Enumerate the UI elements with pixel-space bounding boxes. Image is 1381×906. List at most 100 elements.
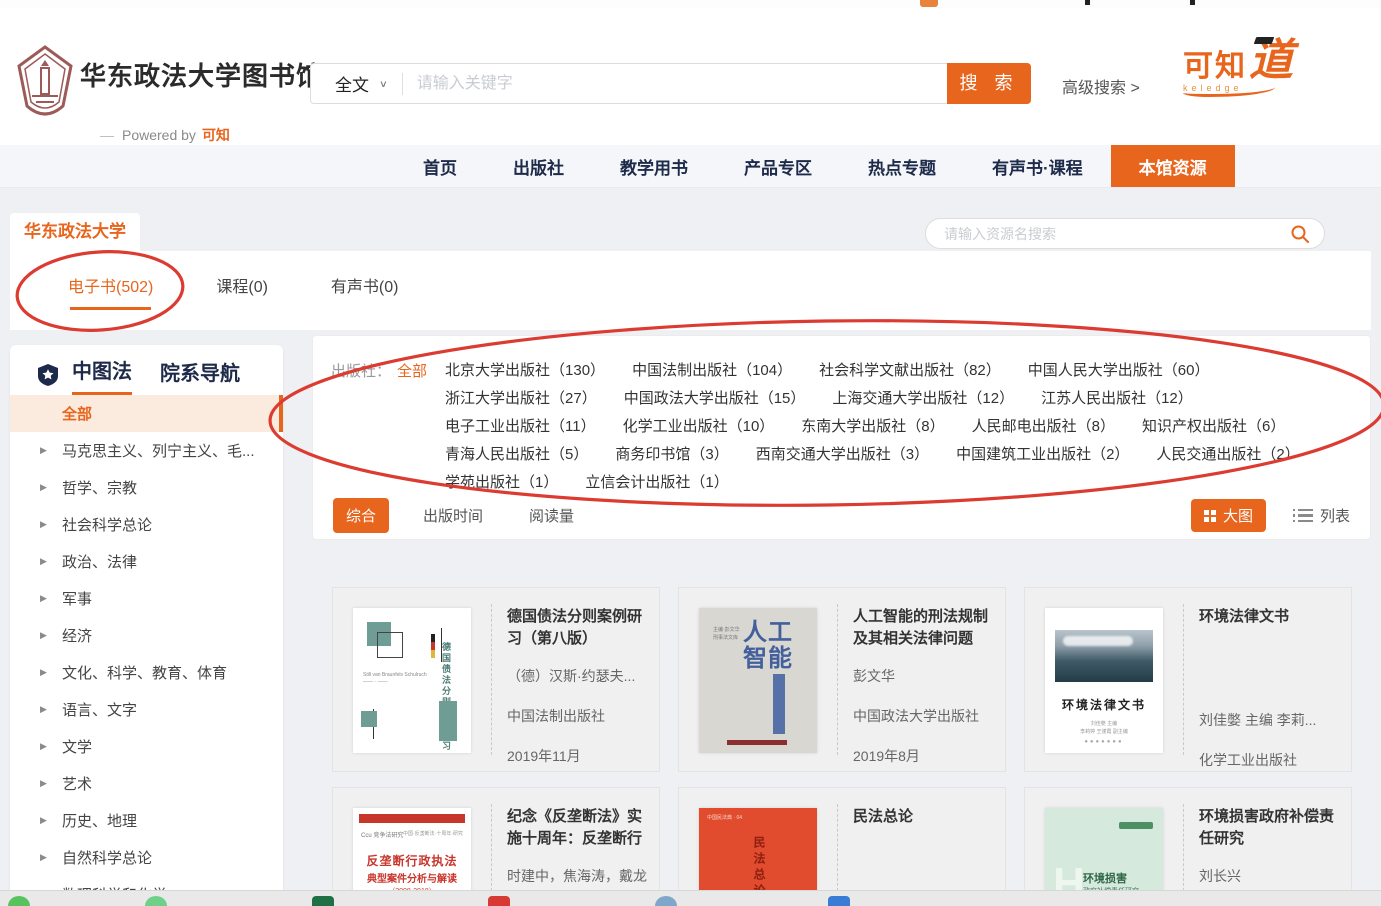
category-label: 社会科学总论: [62, 514, 152, 535]
category-item-10[interactable]: ▶艺术: [10, 765, 283, 802]
publisher-filter-item-15[interactable]: 西南交通大学出版社（3）: [756, 444, 929, 465]
book-card[interactable]: 中国民法典 · 04 民法总论 著者 民法总论 李永军: [678, 787, 1006, 906]
book-cover[interactable]: 主编·彭文华刑事法文库 人工智能: [699, 608, 817, 753]
category-list: 全部▶马克思主义、列宁主义、毛...▶哲学、宗教▶社会科学总论▶政治、法律▶军事…: [10, 395, 283, 890]
taskbar-icon-blue-circle[interactable]: [655, 896, 677, 906]
search-scope-select[interactable]: 全文 ∨: [311, 71, 402, 96]
category-item-13[interactable]: ▶数理科学和化学: [10, 876, 283, 890]
sort-publish-time[interactable]: 出版时间: [423, 505, 483, 526]
view-list-button[interactable]: 列表: [1298, 505, 1350, 526]
publisher-filter-item-7[interactable]: 江苏人民出版社（12）: [1041, 388, 1193, 409]
publisher-filter-item-12[interactable]: 知识产权出版社（6）: [1142, 416, 1285, 437]
advanced-search-link[interactable]: 高级搜索 >: [1062, 74, 1140, 98]
sort-bar: 综合 出版时间 阅读量 大图 列表: [333, 498, 1350, 533]
publisher-filter-item-1[interactable]: 中国法制出版社（104）: [632, 360, 792, 381]
book-publisher: 化学工业出版社: [1199, 750, 1339, 770]
category-label: 哲学、宗教: [62, 477, 137, 498]
main-search-input[interactable]: [403, 64, 947, 103]
category-item-6[interactable]: ▶经济: [10, 617, 283, 654]
category-item-3[interactable]: ▶社会科学总论: [10, 506, 283, 543]
publisher-list: 北京大学出版社（130） 中国法制出版社（104） 社会科学文献出版社（82） 中国人…: [445, 360, 1350, 493]
resource-search-bar: [925, 218, 1325, 249]
publisher-filter-item-3[interactable]: 中国人民大学出版社（60）: [1028, 360, 1210, 381]
publisher-filter-item-13[interactable]: 青海人民出版社（5）: [445, 444, 588, 465]
browser-ui-fragment: [1190, 0, 1195, 5]
category-item-1[interactable]: ▶马克思主义、列宁主义、毛...: [10, 432, 283, 469]
publisher-filter-item-19[interactable]: 立信会计出版社（1）: [585, 472, 728, 493]
expand-arrow-icon: ▶: [40, 667, 48, 678]
taskbar-icon-green-circle[interactable]: [8, 896, 30, 906]
book-title[interactable]: 德国债法分则案例研习（第八版）: [507, 606, 647, 650]
category-item-0[interactable]: 全部: [10, 395, 283, 432]
book-publisher: 中国政法大学出版社: [853, 706, 993, 726]
sort-comprehensive[interactable]: 综合: [333, 498, 389, 533]
search-button[interactable]: 搜 索: [947, 63, 1031, 104]
book-author: 时建中，焦海涛，戴龙: [507, 866, 647, 886]
publisher-filter-item-5[interactable]: 中国政法大学出版社（15）: [624, 388, 806, 409]
browser-extension-icon[interactable]: [920, 0, 938, 7]
sidebar-tab-clc[interactable]: 中图法: [72, 355, 132, 395]
book-card[interactable]: 主编·彭文华刑事法文库 人工智能 人工智能的刑法规制及其相关法律问题 彭文华 中…: [678, 587, 1006, 772]
publisher-filter-item-11[interactable]: 人民邮电出版社（8）: [972, 416, 1115, 437]
publisher-filter-row: 出版社： 全部 北京大学出版社（130）中国法制出版社（104）社会科学文献出版…: [313, 336, 1370, 493]
tab-ebooks[interactable]: 电子书(502): [68, 273, 153, 310]
publisher-filter-item-4[interactable]: 浙江大学出版社（27）: [445, 388, 597, 409]
powered-by: —Powered by可知: [100, 125, 230, 145]
book-title[interactable]: 环境法律文书: [1199, 606, 1339, 650]
expand-arrow-icon: ▶: [40, 704, 48, 715]
publisher-filter-all[interactable]: 全部: [397, 360, 427, 493]
expand-arrow-icon: ▶: [40, 852, 48, 863]
publisher-filter-item-10[interactable]: 东南大学出版社（8）: [801, 416, 944, 437]
view-grid-button[interactable]: 大图: [1191, 499, 1266, 532]
nav-item-3[interactable]: 产品专区: [716, 145, 840, 187]
sidebar-tab-departments[interactable]: 院系导航: [160, 357, 240, 394]
category-item-11[interactable]: ▶历史、地理: [10, 802, 283, 839]
category-item-12[interactable]: ▶自然科学总论: [10, 839, 283, 876]
publisher-filter-item-14[interactable]: 商务印书馆（3）: [615, 444, 728, 465]
resource-tabs-panel: 电子书(502) 课程(0) 有声书(0): [10, 251, 1371, 330]
nav-item-1[interactable]: 出版社: [485, 145, 592, 187]
book-title[interactable]: 人工智能的刑法规制及其相关法律问题: [853, 606, 993, 650]
publisher-filter-item-9[interactable]: 化学工业出版社（10）: [623, 416, 775, 437]
sort-read-count[interactable]: 阅读量: [529, 505, 574, 526]
book-card[interactable]: 环境法律文书 刘佳嫳 主编李莉婷 王谨霞 副主编 ●●●●●●● 环境法律文书 …: [1024, 587, 1352, 772]
category-item-9[interactable]: ▶文学: [10, 728, 283, 765]
publisher-filter-item-16[interactable]: 中国建筑工业出版社（2）: [956, 444, 1129, 465]
publisher-filter-item-17[interactable]: 人民交通出版社（2）: [1156, 444, 1299, 465]
nav-item-0[interactable]: 首页: [395, 145, 485, 187]
publisher-filter-item-6[interactable]: 上海交通大学出版社（12）: [832, 388, 1014, 409]
tab-audiobooks[interactable]: 有声书(0): [331, 273, 399, 310]
school-tab[interactable]: 华东政法大学: [10, 213, 140, 251]
nav-item-6[interactable]: 本馆资源: [1111, 145, 1235, 187]
publisher-filter-item-0[interactable]: 北京大学出版社（130）: [445, 360, 605, 381]
category-item-5[interactable]: ▶军事: [10, 580, 283, 617]
nav-item-5[interactable]: 有声书·课程: [964, 145, 1111, 187]
book-title[interactable]: 环境损害政府补偿责任研究: [1199, 806, 1339, 850]
publisher-filter-item-8[interactable]: 电子工业出版社（11）: [445, 416, 596, 437]
publisher-filter-item-2[interactable]: 社会科学文献出版社（82）: [819, 360, 1001, 381]
search-icon[interactable]: [1290, 224, 1310, 244]
category-item-7[interactable]: ▶文化、科学、教育、体育: [10, 654, 283, 691]
keledge-logo: 可知 道 keledge: [1183, 41, 1318, 97]
book-cover[interactable]: 环境法律文书 刘佳嫳 主编李莉婷 王谨霞 副主编 ●●●●●●●: [1045, 608, 1163, 753]
tab-courses[interactable]: 课程(0): [216, 273, 268, 310]
resource-search-input[interactable]: [944, 226, 1290, 242]
publisher-filter-item-18[interactable]: 学苑出版社（1）: [445, 472, 558, 493]
book-card[interactable]: 德国债法分则案例研习 Still van Braunfels Schulruch…: [332, 587, 660, 772]
category-item-8[interactable]: ▶语言、文字: [10, 691, 283, 728]
nav-item-4[interactable]: 热点专题: [840, 145, 964, 187]
university-logo: [14, 44, 76, 124]
category-item-4[interactable]: ▶政治、法律: [10, 543, 283, 580]
taskbar-icon-blue[interactable]: [828, 896, 850, 906]
book-card[interactable]: Ccu 竞争法研究 中国·反垄断法·十周年·研究 反垄断行政执法 典型案件分析与…: [332, 787, 660, 906]
book-cover[interactable]: 德国债法分则案例研习 Still van Braunfels Schulruch…: [353, 608, 471, 753]
nav-item-2[interactable]: 教学用书: [592, 145, 716, 187]
taskbar-icon-excel[interactable]: [312, 896, 334, 906]
taskbar-icon-red[interactable]: [488, 896, 510, 906]
book-title[interactable]: 纪念《反垄断法》实施十周年：反垄断行政...: [507, 806, 647, 850]
taskbar-icon-green[interactable]: [145, 896, 167, 906]
book-card[interactable]: H 环境损害 政府补偿责任研究 环境损害政府补偿责任研究 刘长兴: [1024, 787, 1352, 906]
browser-ui-fragment: [1085, 0, 1090, 5]
category-item-2[interactable]: ▶哲学、宗教: [10, 469, 283, 506]
book-title[interactable]: 民法总论: [853, 806, 993, 850]
